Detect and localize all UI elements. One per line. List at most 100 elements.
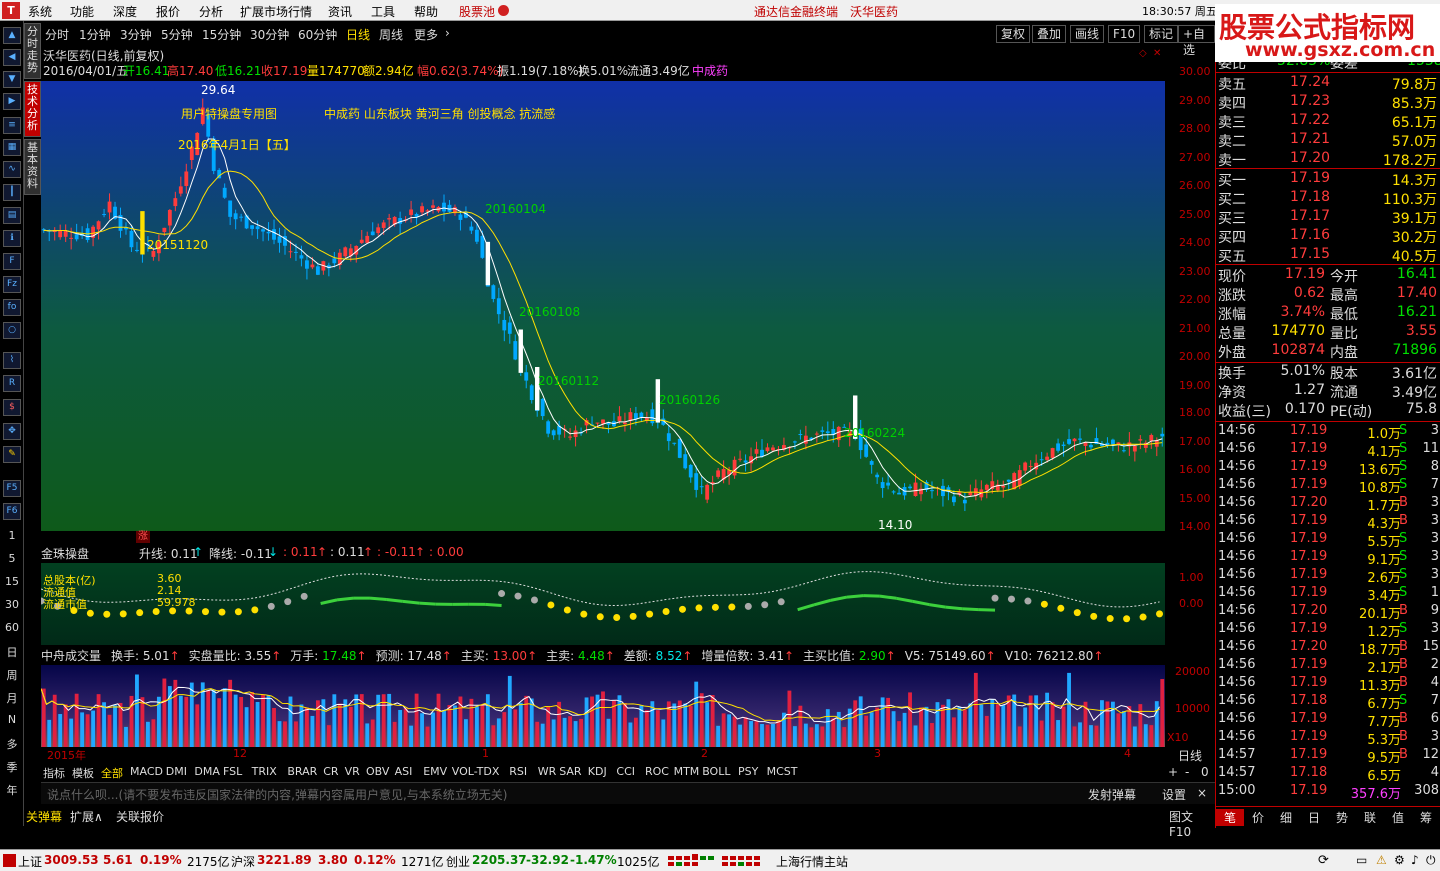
- station-name[interactable]: 上海行情主站: [776, 853, 848, 870]
- indicator-tab-mtm[interactable]: MTM: [674, 765, 700, 778]
- tab-technical[interactable]: 技术分析: [24, 81, 41, 137]
- quote-tab-6[interactable]: 值: [1384, 809, 1412, 826]
- ask-row[interactable]: 卖五 17.24 79.8万: [1216, 74, 1440, 93]
- period-tab-5min[interactable]: 5分钟: [161, 26, 193, 43]
- menu-depth[interactable]: 深度: [113, 3, 137, 20]
- kline-chart[interactable]: 29.64 用户特操盘专用图 中成药 山东板块 黄河三角 创投概念 抗流感 20…: [41, 81, 1165, 532]
- list-icon[interactable]: ≡: [3, 117, 21, 134]
- add-watchlist-button[interactable]: +自选: [1178, 25, 1215, 57]
- danmu-input[interactable]: 说点什么呗...(请不要发布违反国家法律的内容,弹幕内容属用户意见,与本系统立场…: [47, 786, 507, 803]
- hs-index-name[interactable]: 沪深: [231, 853, 255, 870]
- f10-icon[interactable]: F: [3, 253, 21, 270]
- indicator-tab-fsl[interactable]: FSL: [223, 765, 242, 778]
- zoom-in-button[interactable]: +: [1168, 765, 1178, 779]
- f5-icon[interactable]: F5: [3, 480, 21, 497]
- sound-icon[interactable]: ♪: [1411, 853, 1419, 867]
- menu-function[interactable]: 功能: [70, 3, 94, 20]
- indicator-tab-vr[interactable]: VR: [345, 765, 360, 778]
- settings-icon[interactable]: ⚙: [1394, 853, 1405, 867]
- indicator-tab-cr[interactable]: CR: [323, 765, 338, 778]
- indicator-tab-asi[interactable]: ASI: [395, 765, 413, 778]
- menu-tools[interactable]: 工具: [371, 3, 395, 20]
- info-icon[interactable]: ℹ: [3, 230, 21, 247]
- indicator-tab-obv[interactable]: OBV: [366, 765, 389, 778]
- tab-fundamentals[interactable]: 基本资料: [24, 139, 41, 195]
- overlay-button[interactable]: 叠加: [1032, 25, 1067, 43]
- zoom-reset-button[interactable]: 0: [1201, 765, 1209, 779]
- quote-tab-7[interactable]: 筹: [1412, 809, 1440, 826]
- restore-rights-button[interactable]: 复权: [996, 25, 1031, 43]
- bid-row[interactable]: 买五 17.15 40.5万: [1216, 246, 1440, 265]
- indicator-tab-macd[interactable]: MACD: [130, 765, 163, 778]
- indicator-tab-trix[interactable]: TRIX: [252, 765, 277, 778]
- period-15[interactable]: 15: [0, 575, 24, 588]
- indicator-tab-boll[interactable]: BOLL: [702, 765, 730, 778]
- diamond-icon[interactable]: ◇: [1139, 48, 1147, 59]
- zoom-out-button[interactable]: -: [1185, 765, 1189, 779]
- indicator-tab-dmi[interactable]: DMI: [166, 765, 187, 778]
- chevron-right-icon[interactable]: ›: [445, 26, 450, 40]
- period-tab-15min[interactable]: 15分钟: [202, 26, 241, 43]
- period-tab-60min[interactable]: 60分钟: [298, 26, 337, 43]
- period-week[interactable]: 周: [0, 667, 24, 683]
- menu-stock-pool[interactable]: 股票池: [459, 3, 495, 20]
- period-30[interactable]: 30: [0, 598, 24, 611]
- period-multi[interactable]: 多: [0, 736, 24, 752]
- jinzhu-indicator-panel[interactable]: 总股本(亿) 流通值 流通市值 3.60 2.14 59.978: [41, 563, 1165, 645]
- up-icon[interactable]: ▲: [3, 27, 21, 44]
- menu-quote[interactable]: 报价: [156, 3, 180, 20]
- indicator-tab-vol-tdx[interactable]: VOL-TDX: [452, 765, 500, 778]
- quote-tab-5[interactable]: 联: [1356, 809, 1384, 826]
- indicator-tab-sar[interactable]: SAR: [559, 765, 581, 778]
- quote-tab-1[interactable]: 价: [1244, 809, 1272, 826]
- fiz-icon[interactable]: Fz: [3, 276, 21, 293]
- indicator-tab-rsi[interactable]: RSI: [509, 765, 527, 778]
- chart-icon[interactable]: ⌇: [3, 352, 21, 369]
- ask-row[interactable]: 卖四 17.23 85.3万: [1216, 93, 1440, 112]
- indicator-name[interactable]: 金珠操盘: [41, 545, 89, 562]
- menu-system[interactable]: 系统: [28, 3, 52, 20]
- period-tab-more[interactable]: 更多: [414, 26, 438, 43]
- pen-icon[interactable]: ✎: [3, 446, 21, 463]
- power-icon[interactable]: ⏻: [1426, 853, 1436, 868]
- indicator-tab-模板[interactable]: 模板: [72, 765, 94, 781]
- indicator-tab-wr[interactable]: WR: [538, 765, 557, 778]
- f10-button[interactable]: F10: [1108, 25, 1141, 43]
- ask-row[interactable]: 卖一 17.20 178.2万: [1216, 150, 1440, 169]
- indicator-tab-emv[interactable]: EMV: [423, 765, 447, 778]
- period-quarter[interactable]: 季: [0, 759, 24, 775]
- period-tab-daily[interactable]: 日线: [346, 26, 370, 43]
- quote-tab-0[interactable]: 笔: [1216, 809, 1244, 826]
- quote-tab-2[interactable]: 细: [1272, 809, 1300, 826]
- line-icon[interactable]: ∿: [3, 161, 21, 178]
- period-5[interactable]: 5: [0, 552, 24, 565]
- period-tab-1min[interactable]: 1分钟: [79, 26, 111, 43]
- quote-tab-3[interactable]: 日: [1300, 809, 1328, 826]
- sh-index-name[interactable]: 上证: [18, 853, 42, 870]
- indicator-tab-dma[interactable]: DMA: [194, 765, 220, 778]
- window-icon[interactable]: ▭: [1356, 853, 1367, 867]
- period-day[interactable]: 日: [0, 644, 24, 660]
- menu-news[interactable]: 资讯: [328, 3, 352, 20]
- table-icon[interactable]: ▤: [3, 207, 21, 224]
- extend-tab[interactable]: 扩展∧: [70, 808, 103, 825]
- indicator-tab-全部[interactable]: 全部: [101, 765, 123, 781]
- danmu-settings-button[interactable]: 设置: [1162, 786, 1186, 803]
- grid-icon[interactable]: ▦: [3, 139, 21, 156]
- bid-row[interactable]: 买四 17.16 30.2万: [1216, 227, 1440, 246]
- left-icon[interactable]: ◀: [3, 49, 21, 66]
- move-icon[interactable]: ✥: [3, 423, 21, 440]
- menu-help[interactable]: 帮助: [414, 3, 438, 20]
- indicator-tab-kdj[interactable]: KDJ: [588, 765, 607, 778]
- ask-row[interactable]: 卖二 17.21 57.0万: [1216, 131, 1440, 150]
- period-year[interactable]: 年: [0, 782, 24, 798]
- candles-icon[interactable]: ┃: [3, 184, 21, 201]
- indicator-tab-brar[interactable]: BRAR: [287, 765, 317, 778]
- menu-ext-market[interactable]: 扩展市场行情: [240, 3, 312, 20]
- close-icon[interactable]: ×: [1197, 786, 1207, 800]
- period-tab-3min[interactable]: 3分钟: [120, 26, 152, 43]
- close-chart-icon[interactable]: ✕: [1153, 48, 1161, 59]
- quote-tab-4[interactable]: 势: [1328, 809, 1356, 826]
- indicator-tab-roc[interactable]: ROC: [645, 765, 669, 778]
- alert-icon[interactable]: ⚠: [1376, 853, 1387, 867]
